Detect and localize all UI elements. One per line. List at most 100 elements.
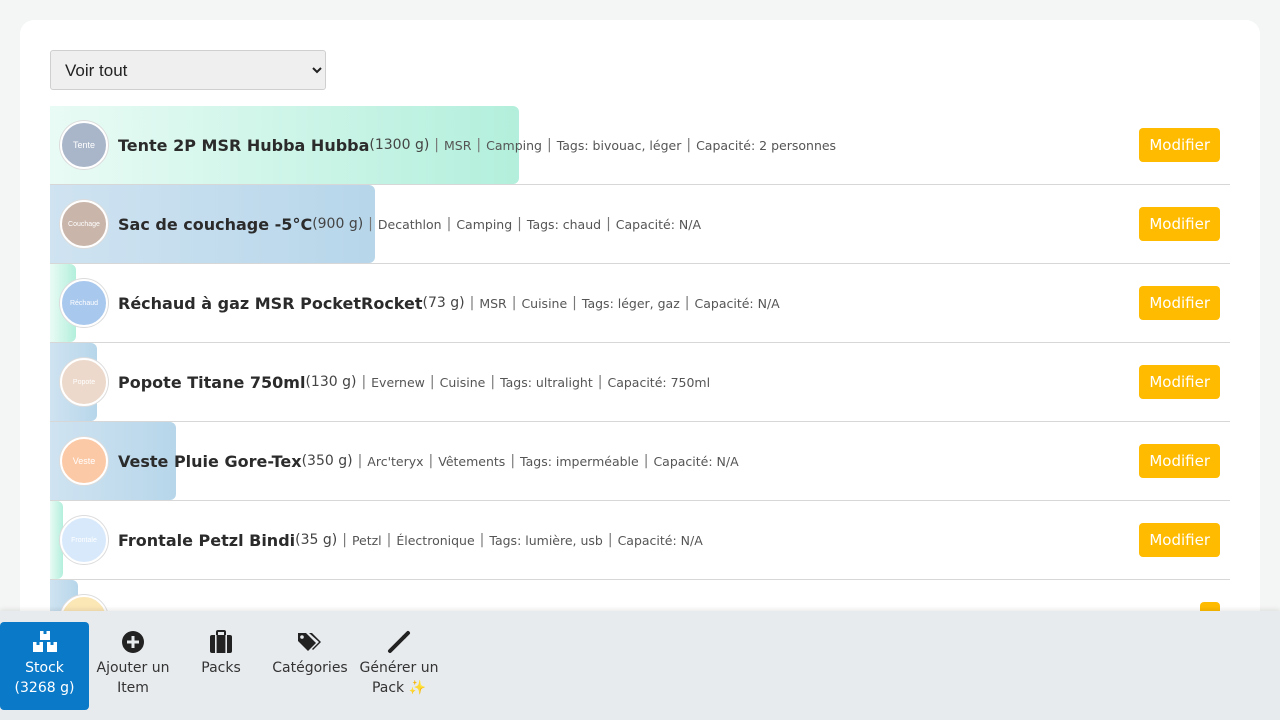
item-info: Réchaud à gaz MSR PocketRocket (73 g) | … <box>118 264 780 342</box>
item-weight: (35 g) <box>295 532 338 548</box>
item-avatar: Frontale <box>60 516 108 564</box>
nav-packs[interactable]: Packs <box>177 622 265 710</box>
list-item: Tente Tente 2P MSR Hubba Hubba (1300 g) … <box>50 106 1230 185</box>
item-name: Sac de couchage -5°C <box>118 214 313 234</box>
separator: | <box>510 453 516 469</box>
separator: | <box>446 216 452 232</box>
item-brand: Arc'teryx <box>367 453 424 469</box>
item-info: Sac de couchage -5°C (900 g) | Decathlon… <box>118 185 701 263</box>
item-name: Veste Pluie Gore-Tex <box>118 451 302 471</box>
item-tags: Tags: lumière, usb <box>489 532 603 548</box>
item-avatar: Couchage <box>60 200 108 248</box>
item-list: Tente Tente 2P MSR Hubba Hubba (1300 g) … <box>50 106 1230 659</box>
list-item: Popote Popote Titane 750ml (130 g) | Eve… <box>50 343 1230 422</box>
nav-packs-label: Packs <box>201 660 241 676</box>
item-capacity: Capacité: N/A <box>653 453 739 469</box>
suitcase-icon <box>177 630 265 656</box>
category-filter-select[interactable]: Voir tout <box>50 50 326 90</box>
edit-button[interactable]: Modifier <box>1139 286 1220 320</box>
item-weight: (1300 g) <box>369 137 430 153</box>
edit-button[interactable]: Modifier <box>1139 523 1220 557</box>
item-capacity: Capacité: N/A <box>694 295 780 311</box>
item-category: Électronique <box>396 532 475 548</box>
list-item: Réchaud Réchaud à gaz MSR PocketRocket (… <box>50 264 1230 343</box>
separator: | <box>357 453 363 469</box>
bottom-navigation: Stock (3268 g) Ajouter un Item Packs Cat… <box>0 611 1280 720</box>
item-name: Réchaud à gaz MSR PocketRocket <box>118 293 423 313</box>
separator: | <box>511 295 517 311</box>
item-category: Camping <box>456 216 513 232</box>
edit-button[interactable]: Modifier <box>1139 444 1220 478</box>
item-weight: (130 g) <box>305 374 357 390</box>
item-name: Popote Titane 750ml <box>118 372 306 392</box>
edit-button[interactable]: Modifier <box>1139 128 1220 162</box>
separator: | <box>686 137 692 153</box>
list-item: Veste Veste Pluie Gore-Tex (350 g) | Arc… <box>50 422 1230 501</box>
separator: | <box>368 216 373 232</box>
item-weight: (73 g) <box>422 295 465 311</box>
plus-circle-icon <box>89 630 177 656</box>
item-info: Popote Titane 750ml (130 g) | Evernew | … <box>118 343 710 421</box>
nav-generate-pack[interactable]: Générer un Pack ✨ <box>355 622 443 710</box>
nav-categories[interactable]: Catégories <box>265 622 355 710</box>
item-capacity: Capacité: 750ml <box>607 374 711 390</box>
separator: | <box>342 532 347 548</box>
nav-add-item-label: Ajouter un Item <box>96 660 170 696</box>
item-tags: Tags: léger, gaz <box>581 295 680 311</box>
item-avatar: Réchaud <box>60 279 108 327</box>
item-avatar: Veste <box>60 437 108 485</box>
separator: | <box>490 374 496 390</box>
separator: | <box>428 453 434 469</box>
item-tags: Tags: ultralight <box>500 374 593 390</box>
item-capacity: Capacité: N/A <box>615 216 701 232</box>
wand-icon <box>355 630 443 656</box>
separator: | <box>546 137 552 153</box>
separator: | <box>607 532 613 548</box>
separator: | <box>434 137 440 153</box>
separator: | <box>643 453 649 469</box>
item-capacity: Capacité: 2 personnes <box>696 137 837 153</box>
nav-add-item[interactable]: Ajouter un Item <box>89 622 177 710</box>
nav-stock[interactable]: Stock (3268 g) <box>0 622 89 710</box>
separator: | <box>606 216 611 232</box>
nav-generate-pack-label: Générer un Pack ✨ <box>359 660 439 696</box>
item-avatar: Tente <box>60 121 108 169</box>
edit-button[interactable]: Modifier <box>1139 207 1220 241</box>
item-info: Veste Pluie Gore-Tex (350 g) | Arc'teryx… <box>118 422 739 500</box>
boxes-icon <box>0 630 89 656</box>
separator: | <box>361 374 367 390</box>
item-name: Tente 2P MSR Hubba Hubba <box>118 135 370 155</box>
item-info: Tente 2P MSR Hubba Hubba (1300 g) | MSR … <box>118 106 836 184</box>
nav-stock-total: (3268 g) <box>14 680 75 696</box>
item-brand: MSR <box>444 137 472 153</box>
item-tags: Tags: imperméable <box>520 453 639 469</box>
separator: | <box>469 295 475 311</box>
separator: | <box>386 532 392 548</box>
edit-button[interactable]: Modifier <box>1139 365 1220 399</box>
item-category: Vêtements <box>438 453 506 469</box>
nav-categories-label: Catégories <box>272 660 348 676</box>
item-avatar: Popote <box>60 358 108 406</box>
separator: | <box>597 374 603 390</box>
item-weight: (350 g) <box>301 453 353 469</box>
nav-stock-label: Stock <box>25 660 64 676</box>
item-category: Cuisine <box>521 295 568 311</box>
separator: | <box>429 374 435 390</box>
separator: | <box>517 216 522 232</box>
item-brand: MSR <box>479 295 507 311</box>
item-brand: Petzl <box>351 532 382 548</box>
separator: | <box>572 295 577 311</box>
item-weight: (900 g) <box>312 216 364 232</box>
item-category: Cuisine <box>439 374 486 390</box>
list-item: Couchage Sac de couchage -5°C (900 g) | … <box>50 185 1230 264</box>
item-capacity: Capacité: N/A <box>617 532 703 548</box>
item-brand: Evernew <box>371 374 425 390</box>
item-info: Frontale Petzl Bindi (35 g) | Petzl | Él… <box>118 501 703 579</box>
list-item: Frontale Frontale Petzl Bindi (35 g) | P… <box>50 501 1230 580</box>
separator: | <box>479 532 485 548</box>
separator: | <box>476 137 482 153</box>
item-tags: Tags: bivouac, léger <box>556 137 682 153</box>
item-category: Camping <box>486 137 542 153</box>
item-tags: Tags: chaud <box>526 216 602 232</box>
item-name: Frontale Petzl Bindi <box>118 530 296 550</box>
